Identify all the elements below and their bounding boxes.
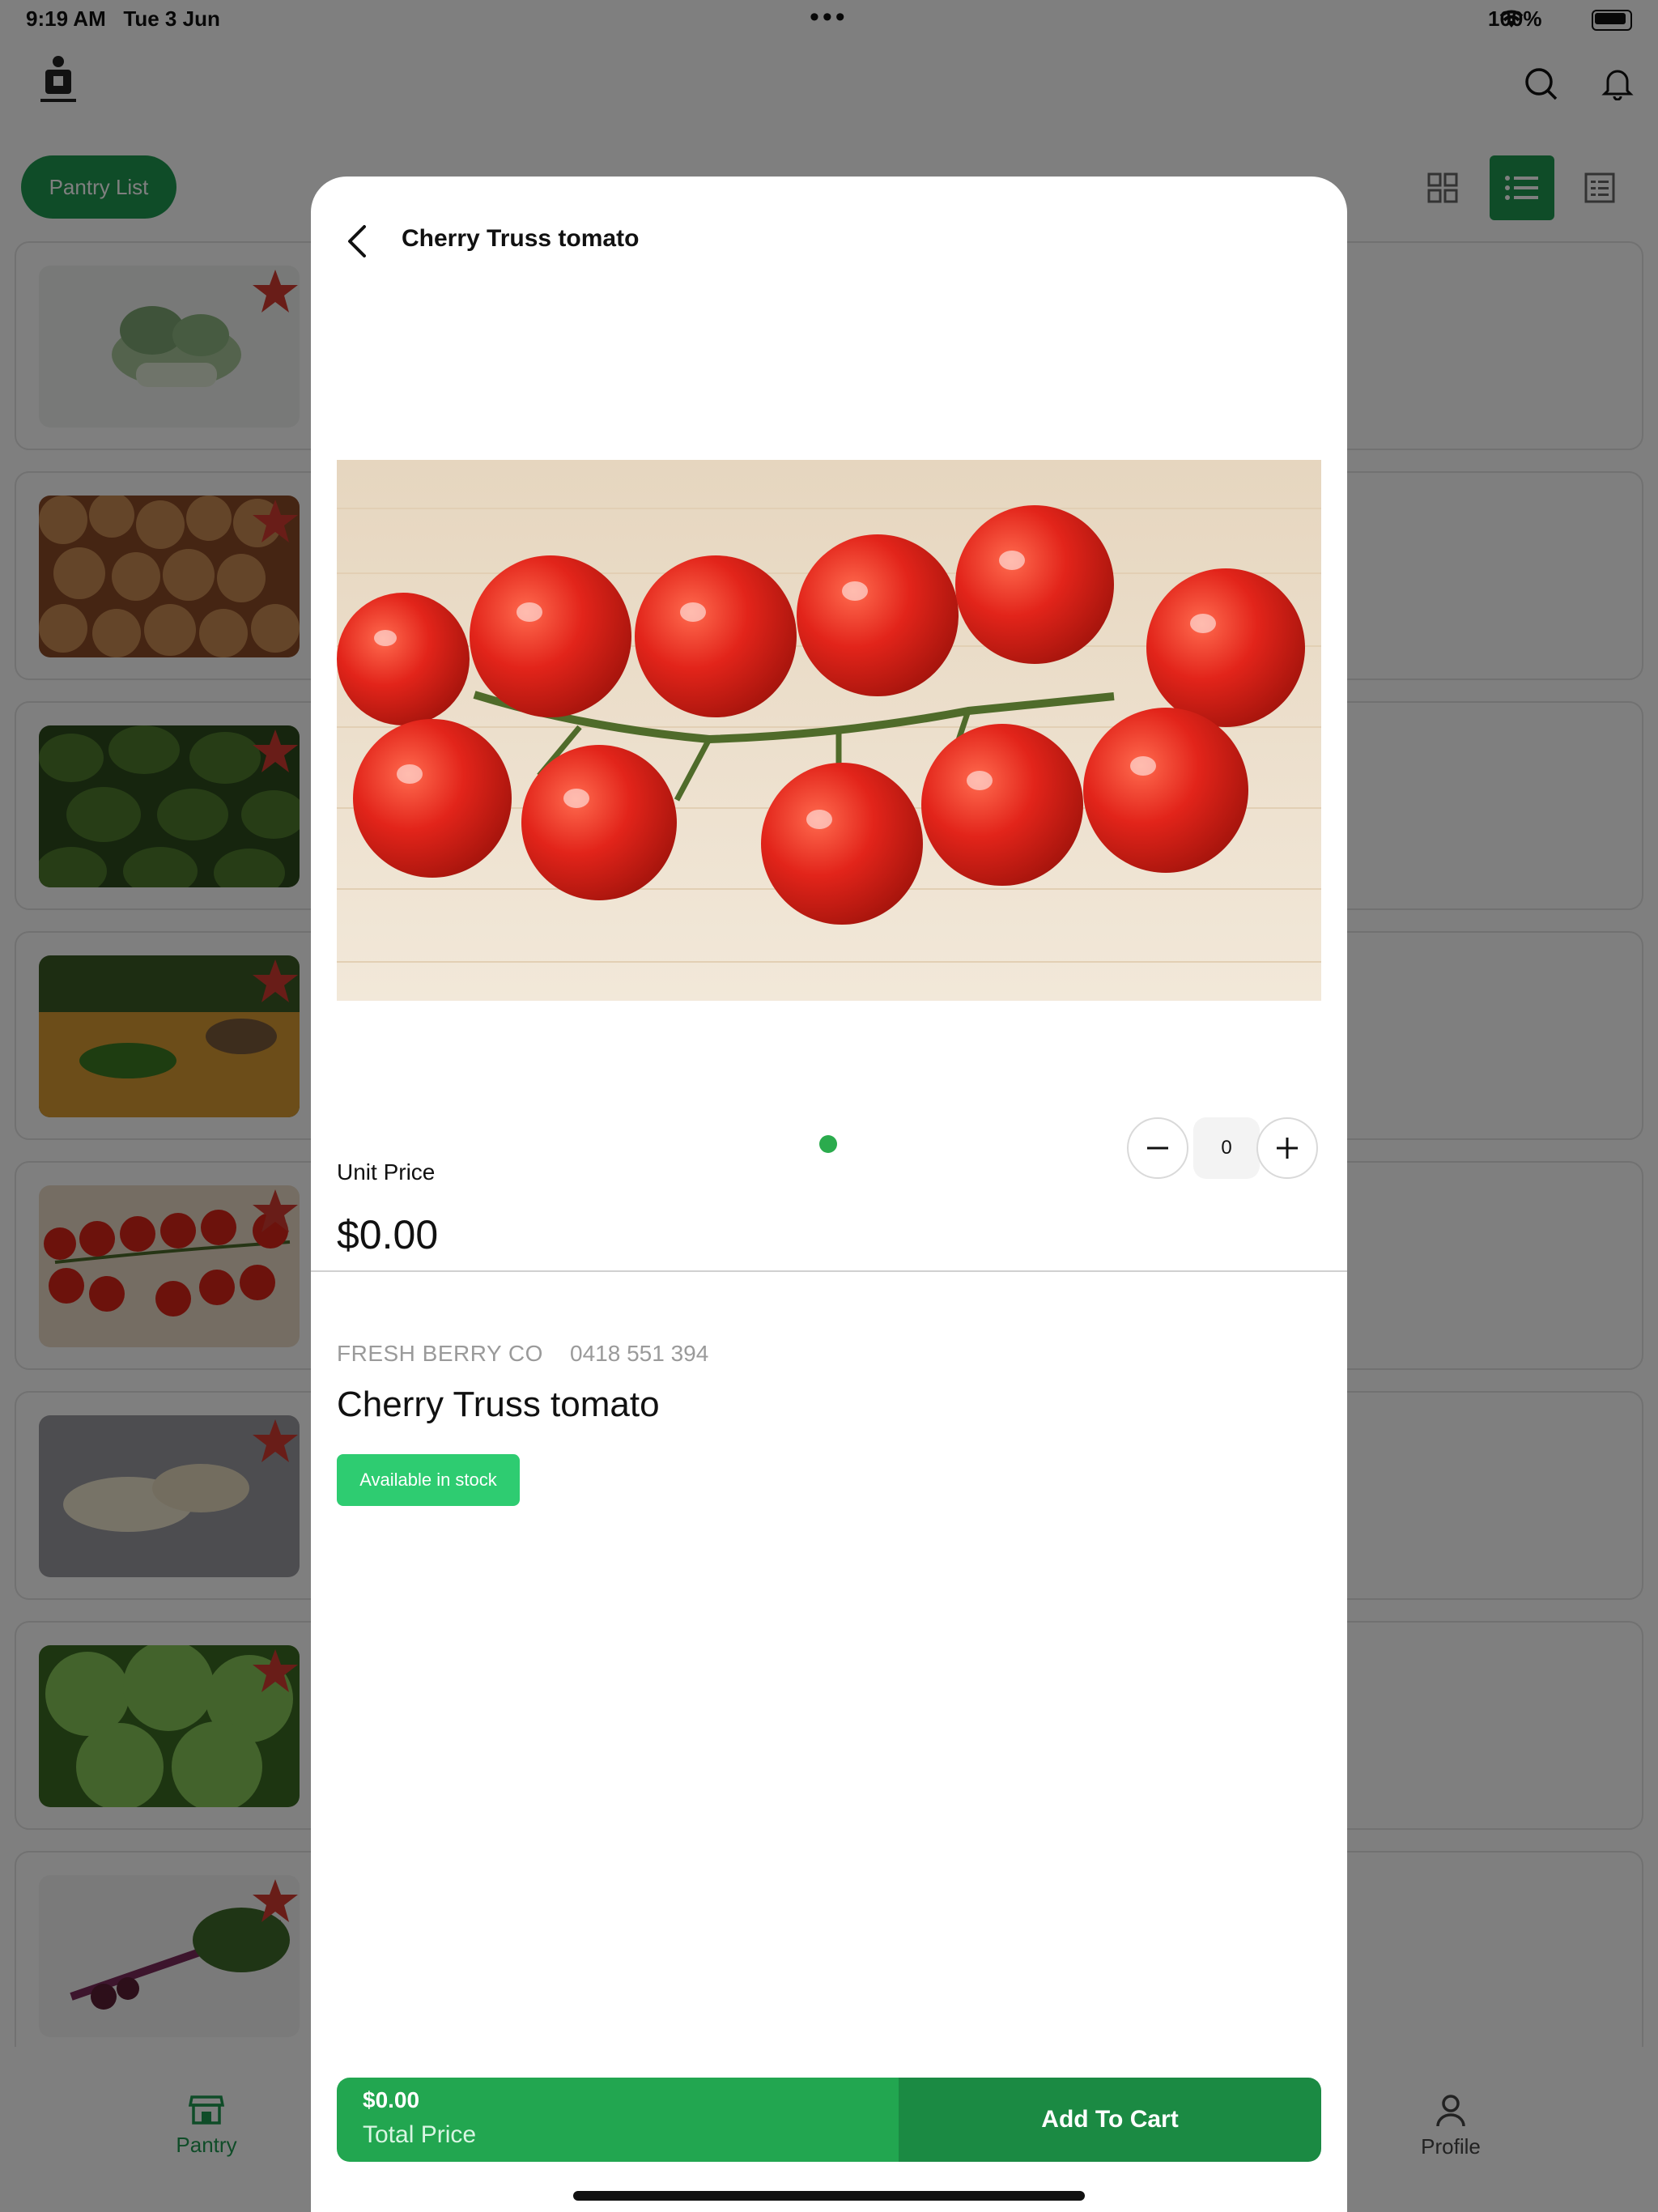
total-price-panel: $0.00 Total Price	[337, 2078, 899, 2162]
stock-status-badge: Available in stock	[337, 1454, 520, 1506]
add-to-cart-button[interactable]: Add To Cart	[899, 2078, 1321, 2162]
plus-icon	[1277, 1138, 1298, 1159]
total-price-label: Total Price	[363, 2121, 477, 2148]
quantity-value[interactable]: 0	[1193, 1117, 1260, 1179]
total-price-value: $0.00	[363, 2087, 420, 2112]
home-indicator[interactable]	[573, 2191, 1085, 2201]
modal-title: Cherry Truss tomato	[402, 225, 640, 252]
minus-icon	[1147, 1146, 1168, 1150]
checkout-bar: $0.00 Total Price Add To Cart	[337, 2078, 1321, 2162]
supplier-name: FRESH BERRY CO	[337, 1341, 543, 1366]
unit-price-label: Unit Price	[337, 1159, 436, 1185]
decrease-quantity-button[interactable]	[1127, 1117, 1188, 1179]
carousel-indicator[interactable]	[819, 1135, 837, 1153]
increase-quantity-button[interactable]	[1256, 1117, 1318, 1179]
supplier-phone[interactable]: 0418 551 394	[570, 1341, 708, 1367]
product-name: Cherry Truss tomato	[337, 1385, 660, 1424]
divider	[311, 1270, 1347, 1272]
product-detail-modal: Cherry Truss tomato Unit Price $0.00 0 F…	[311, 177, 1347, 2212]
back-arrow-icon[interactable]	[342, 223, 374, 259]
product-image[interactable]	[337, 460, 1321, 1001]
unit-price-value: $0.00	[337, 1212, 439, 1257]
